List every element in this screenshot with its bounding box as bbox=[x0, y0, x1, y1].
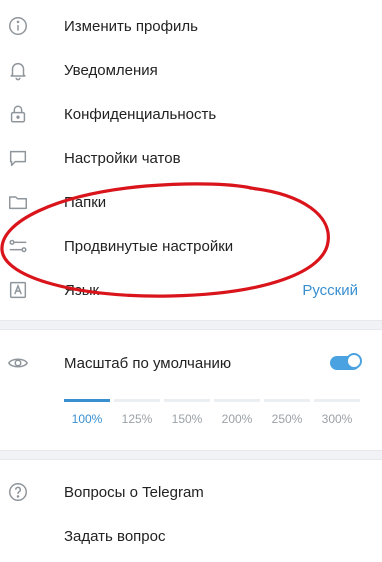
chat-bubble-icon bbox=[6, 146, 30, 170]
settings-item-notifications[interactable]: Уведомления bbox=[0, 48, 382, 92]
settings-item-label: Язык bbox=[64, 281, 100, 299]
bell-icon bbox=[6, 58, 30, 82]
default-scale-toggle[interactable] bbox=[330, 353, 362, 370]
question-icon bbox=[6, 480, 30, 504]
scale-option-label: 300% bbox=[321, 412, 353, 426]
scale-option-label: 250% bbox=[271, 412, 303, 426]
scale-selector: 100% 125% 150% 200% 250% 300% bbox=[64, 397, 360, 437]
default-scale-row[interactable]: Масштаб по умолчанию bbox=[0, 341, 382, 385]
help-item-label: Вопросы о Telegram bbox=[64, 483, 204, 501]
info-icon bbox=[6, 14, 30, 38]
settings-item-chat-settings[interactable]: Настройки чатов bbox=[0, 136, 382, 180]
scale-option-200[interactable]: 200% bbox=[214, 397, 260, 437]
settings-item-label: Продвинутые настройки bbox=[64, 237, 234, 255]
settings-item-label: Конфиденциальность bbox=[64, 105, 217, 123]
scale-option-250[interactable]: 250% bbox=[264, 397, 310, 437]
settings-item-label: Настройки чатов bbox=[64, 149, 181, 167]
scale-option-label: 100% bbox=[71, 412, 103, 426]
scale-option-150[interactable]: 150% bbox=[164, 397, 210, 437]
help-item-ask-question[interactable]: Задать вопрос bbox=[0, 514, 382, 558]
scale-option-label: 150% bbox=[171, 412, 203, 426]
scale-track bbox=[214, 399, 260, 402]
default-scale-label: Масштаб по умолчанию bbox=[64, 354, 232, 372]
help-item-label: Задать вопрос bbox=[64, 527, 166, 545]
settings-item-label: Папки bbox=[64, 193, 107, 211]
scale-track bbox=[314, 399, 360, 402]
scale-track bbox=[264, 399, 310, 402]
section-divider bbox=[0, 450, 382, 460]
lock-icon bbox=[6, 102, 30, 126]
settings-item-privacy[interactable]: Конфиденциальность bbox=[0, 92, 382, 136]
scale-track bbox=[64, 399, 110, 402]
scale-option-300[interactable]: 300% bbox=[314, 397, 360, 437]
sliders-icon bbox=[6, 234, 30, 258]
folder-icon bbox=[6, 190, 30, 214]
settings-item-advanced[interactable]: Продвинутые настройки bbox=[0, 224, 382, 268]
scale-option-label: 200% bbox=[221, 412, 253, 426]
settings-item-language[interactable]: Язык Русский bbox=[0, 268, 382, 312]
section-divider bbox=[0, 320, 382, 330]
scale-track bbox=[114, 399, 160, 402]
scale-option-label: 125% bbox=[121, 412, 153, 426]
scale-option-125[interactable]: 125% bbox=[114, 397, 160, 437]
eye-icon bbox=[6, 351, 30, 375]
settings-item-label: Изменить профиль bbox=[64, 17, 198, 35]
toggle-knob bbox=[346, 353, 362, 369]
settings-item-label: Уведомления bbox=[64, 61, 158, 79]
scale-option-100[interactable]: 100% bbox=[64, 397, 110, 437]
language-value: Русский bbox=[302, 281, 358, 299]
language-icon bbox=[6, 278, 30, 302]
settings-item-folders[interactable]: Папки bbox=[0, 180, 382, 224]
settings-item-edit-profile[interactable]: Изменить профиль bbox=[0, 4, 382, 48]
scale-track bbox=[164, 399, 210, 402]
help-item-faq[interactable]: Вопросы о Telegram bbox=[0, 470, 382, 514]
